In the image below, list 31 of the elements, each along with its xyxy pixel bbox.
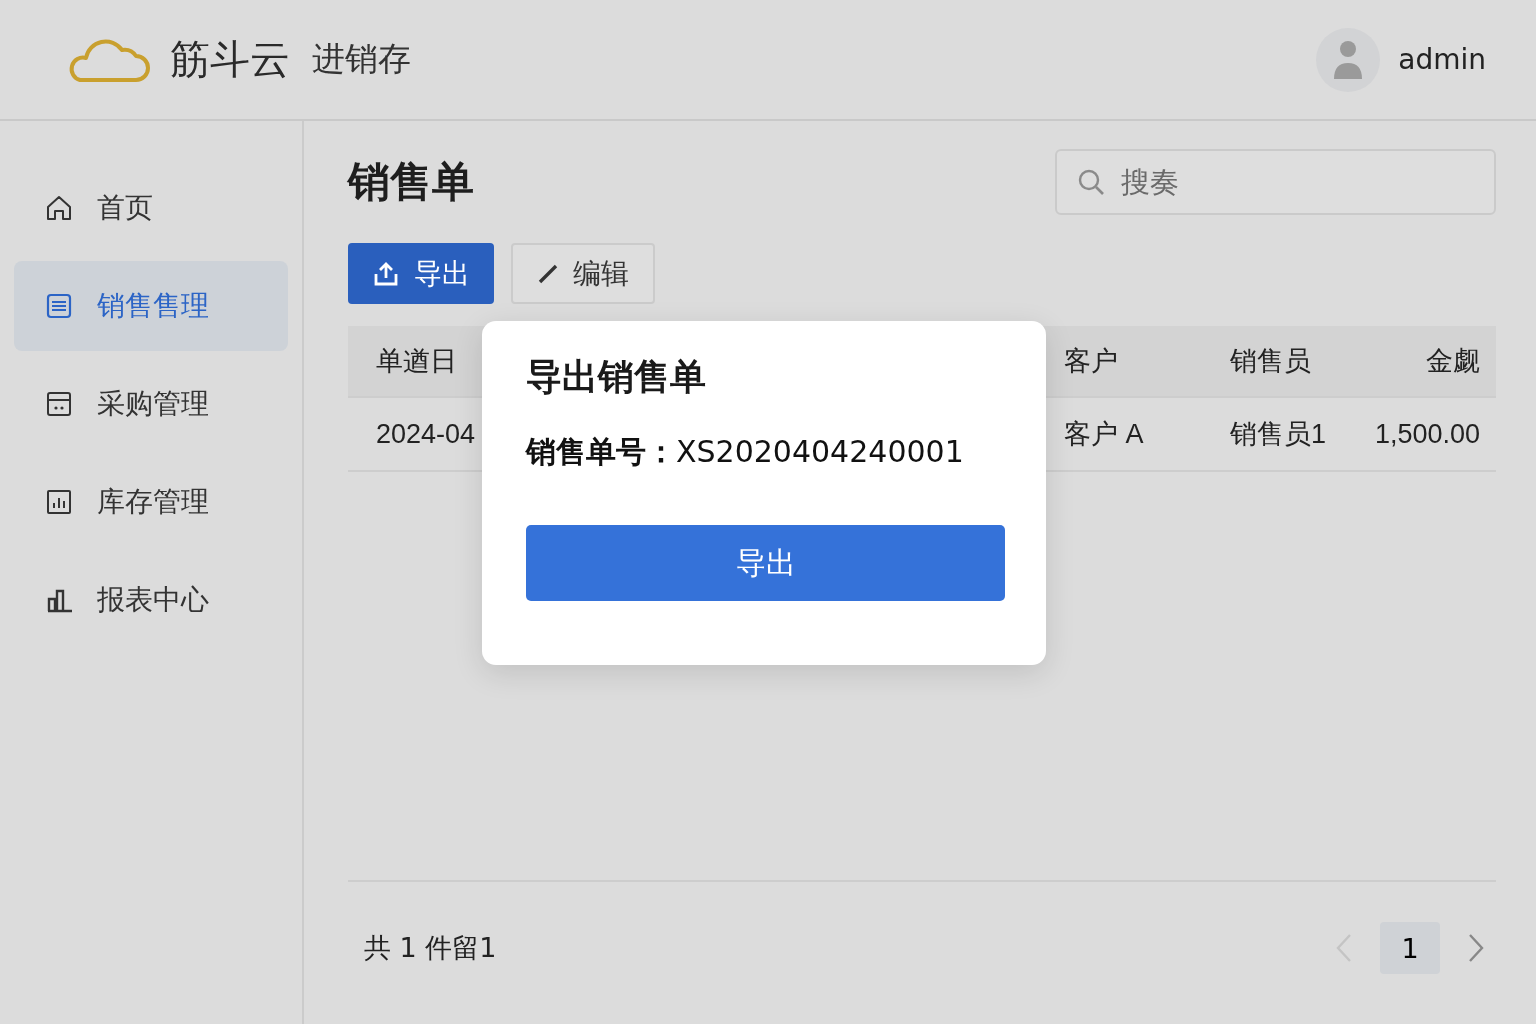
- column-header: 销售员: [1230, 345, 1311, 378]
- next-page-icon[interactable]: [1466, 932, 1486, 964]
- home-icon: [45, 194, 73, 222]
- column-header: 单遒日: [376, 345, 457, 378]
- table-cell-text: 客户 A: [1064, 418, 1144, 451]
- user-name[interactable]: admin: [1398, 43, 1486, 76]
- dialog-title: 导出销售单: [526, 355, 707, 399]
- table-cell-text: 销售员1: [1230, 418, 1327, 451]
- brand-name: 筋斗云: [170, 35, 290, 84]
- order-number: 销售单号：XS2020404240001: [526, 433, 965, 471]
- sidebar-item[interactable]: 销售售理: [14, 261, 288, 351]
- export-button[interactable]: 导出: [348, 243, 494, 304]
- search-field[interactable]: 搜奏: [1055, 149, 1496, 215]
- page-title: 销售单: [348, 156, 474, 208]
- column-header: 金觑: [1426, 345, 1480, 378]
- table-cell: 2024-04: [376, 418, 476, 450]
- edit-button[interactable]: 编辑: [511, 243, 655, 304]
- table-cell: 1,500.00: [1374, 418, 1480, 450]
- pencil-icon: [537, 262, 559, 285]
- list-icon: [45, 292, 73, 320]
- sidebar-item[interactable]: 库存管理: [14, 457, 288, 547]
- export-button[interactable]: 导出: [526, 525, 1005, 601]
- sidebar-item[interactable]: 首页: [14, 163, 288, 253]
- sidebar-item[interactable]: 报表中心: [14, 555, 288, 645]
- calendar-icon: [45, 390, 73, 418]
- total-count: 共 1 件留1: [364, 931, 497, 965]
- product-name: 进销存: [312, 38, 411, 80]
- column-header: 客户: [1064, 345, 1118, 378]
- page-button[interactable]: 1: [1380, 922, 1440, 974]
- sidebar-item[interactable]: 采购管理: [14, 359, 288, 449]
- chart-icon: [45, 488, 73, 516]
